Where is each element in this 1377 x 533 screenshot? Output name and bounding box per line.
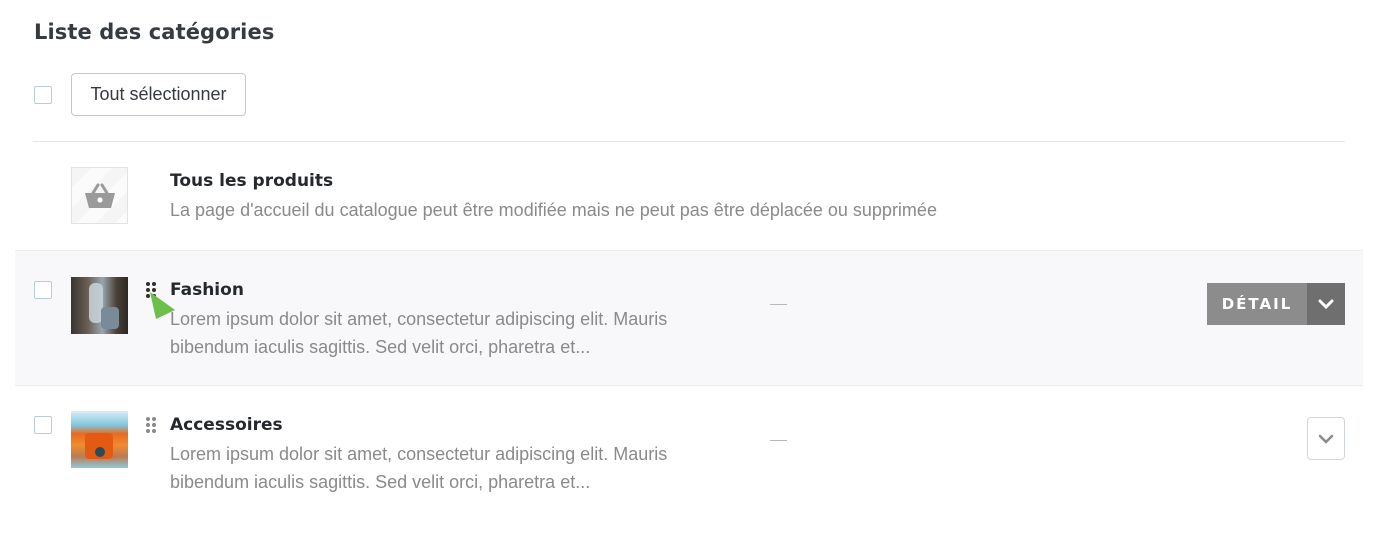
detail-button[interactable]: DÉTAIL (1207, 283, 1307, 325)
category-description-line1-fashion: Lorem ipsum dolor sit amet, consectetur … (170, 309, 668, 329)
category-checkbox-accessoires[interactable] (34, 416, 52, 434)
category-description-line2-fashion: bibendum iaculis sagittis. Sed velit orc… (170, 337, 591, 357)
page-title: Liste des catégories (34, 20, 275, 44)
fashion-thumbnail (71, 277, 128, 334)
basket-icon (84, 183, 115, 208)
status-placeholder-fashion (770, 304, 787, 305)
mouse-cursor-icon (150, 292, 175, 319)
row-divider (15, 250, 1363, 251)
row-divider (15, 385, 1363, 386)
chevron-down-icon (1318, 299, 1334, 309)
select-all-button[interactable]: Tout sélectionner (71, 73, 246, 116)
status-placeholder-accessoires (770, 440, 787, 441)
root-category-thumbnail (71, 167, 128, 224)
detail-button-group[interactable]: DÉTAIL (1207, 283, 1345, 325)
drag-handle-accessoires[interactable] (146, 417, 156, 433)
header-divider (33, 141, 1345, 142)
category-description-line1-accessoires: Lorem ipsum dolor sit amet, consectetur … (170, 444, 668, 464)
category-name-accessoires[interactable]: Accessoires (170, 415, 283, 435)
root-category-name[interactable]: Tous les produits (170, 171, 333, 191)
select-all-checkbox[interactable] (34, 86, 52, 104)
root-category-description: La page d'accueil du catalogue peut être… (170, 200, 937, 220)
chevron-down-icon (1318, 434, 1334, 444)
detail-dropdown-toggle[interactable] (1307, 283, 1345, 325)
category-checkbox-fashion[interactable] (34, 281, 52, 299)
category-name-fashion[interactable]: Fashion (170, 280, 244, 300)
accessoires-thumbnail (71, 411, 128, 468)
accessoires-actions-dropdown[interactable] (1307, 417, 1345, 460)
category-description-line2-accessoires: bibendum iaculis sagittis. Sed velit orc… (170, 472, 591, 492)
